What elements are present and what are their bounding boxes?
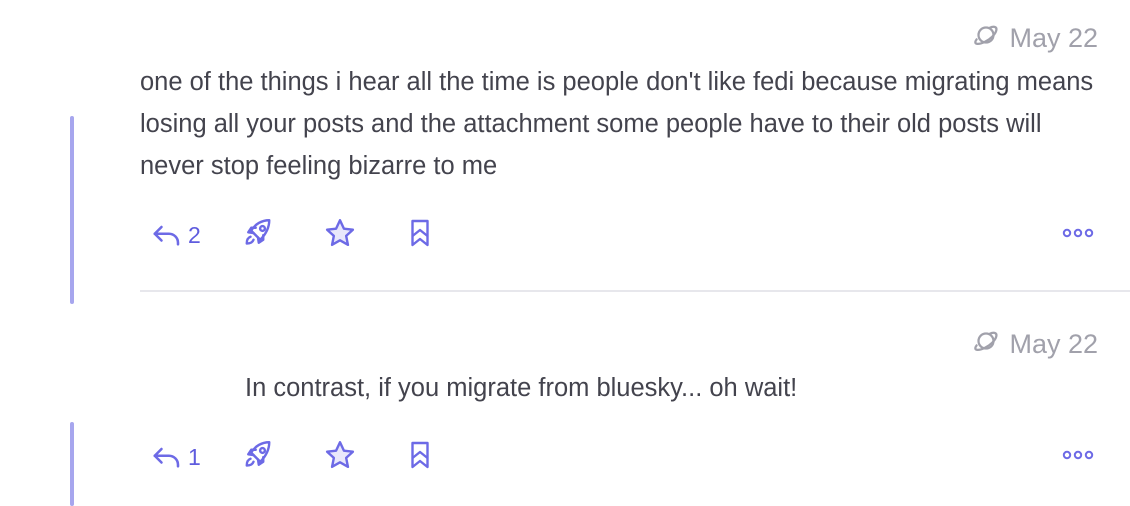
bookmark-icon: [402, 215, 438, 256]
reply-icon: [148, 437, 184, 478]
more-options-button[interactable]: [1058, 223, 1098, 248]
post-content: one of the things i hear all the time is…: [140, 68, 1094, 180]
favourite-button[interactable]: [322, 437, 402, 478]
rocket-icon: [240, 215, 276, 256]
more-options-button[interactable]: [1058, 445, 1098, 470]
reply-count: 2: [188, 221, 201, 248]
post-timestamp[interactable]: May 22: [971, 326, 1098, 363]
more-icon: [1058, 223, 1098, 248]
post-timestamp[interactable]: May 22: [971, 20, 1098, 57]
reply-button[interactable]: 1: [148, 437, 240, 478]
planet-icon: [971, 20, 1001, 57]
timestamp-label: May 22: [1009, 329, 1098, 359]
post-content: In contrast, if you migrate from bluesky…: [245, 374, 798, 402]
bookmark-button[interactable]: [402, 437, 442, 478]
star-icon: [322, 437, 358, 478]
bookmark-icon: [402, 437, 438, 478]
star-icon: [322, 215, 358, 256]
reply-count: 1: [188, 443, 201, 470]
reply-icon: [148, 215, 184, 256]
post-actions: 2: [148, 212, 1098, 258]
planet-icon: [971, 326, 1001, 363]
reply-button[interactable]: 2: [148, 215, 240, 256]
post-actions: 1: [148, 434, 1098, 480]
timestamp-label: May 22: [1009, 23, 1098, 53]
more-icon: [1058, 445, 1098, 470]
rocket-icon: [240, 437, 276, 478]
thread-line: [70, 422, 74, 506]
boost-button[interactable]: [240, 437, 322, 478]
bookmark-button[interactable]: [402, 215, 442, 256]
post-divider: [140, 290, 1130, 292]
boost-button[interactable]: [240, 215, 322, 256]
favourite-button[interactable]: [322, 215, 402, 256]
thread-line: [70, 116, 74, 304]
